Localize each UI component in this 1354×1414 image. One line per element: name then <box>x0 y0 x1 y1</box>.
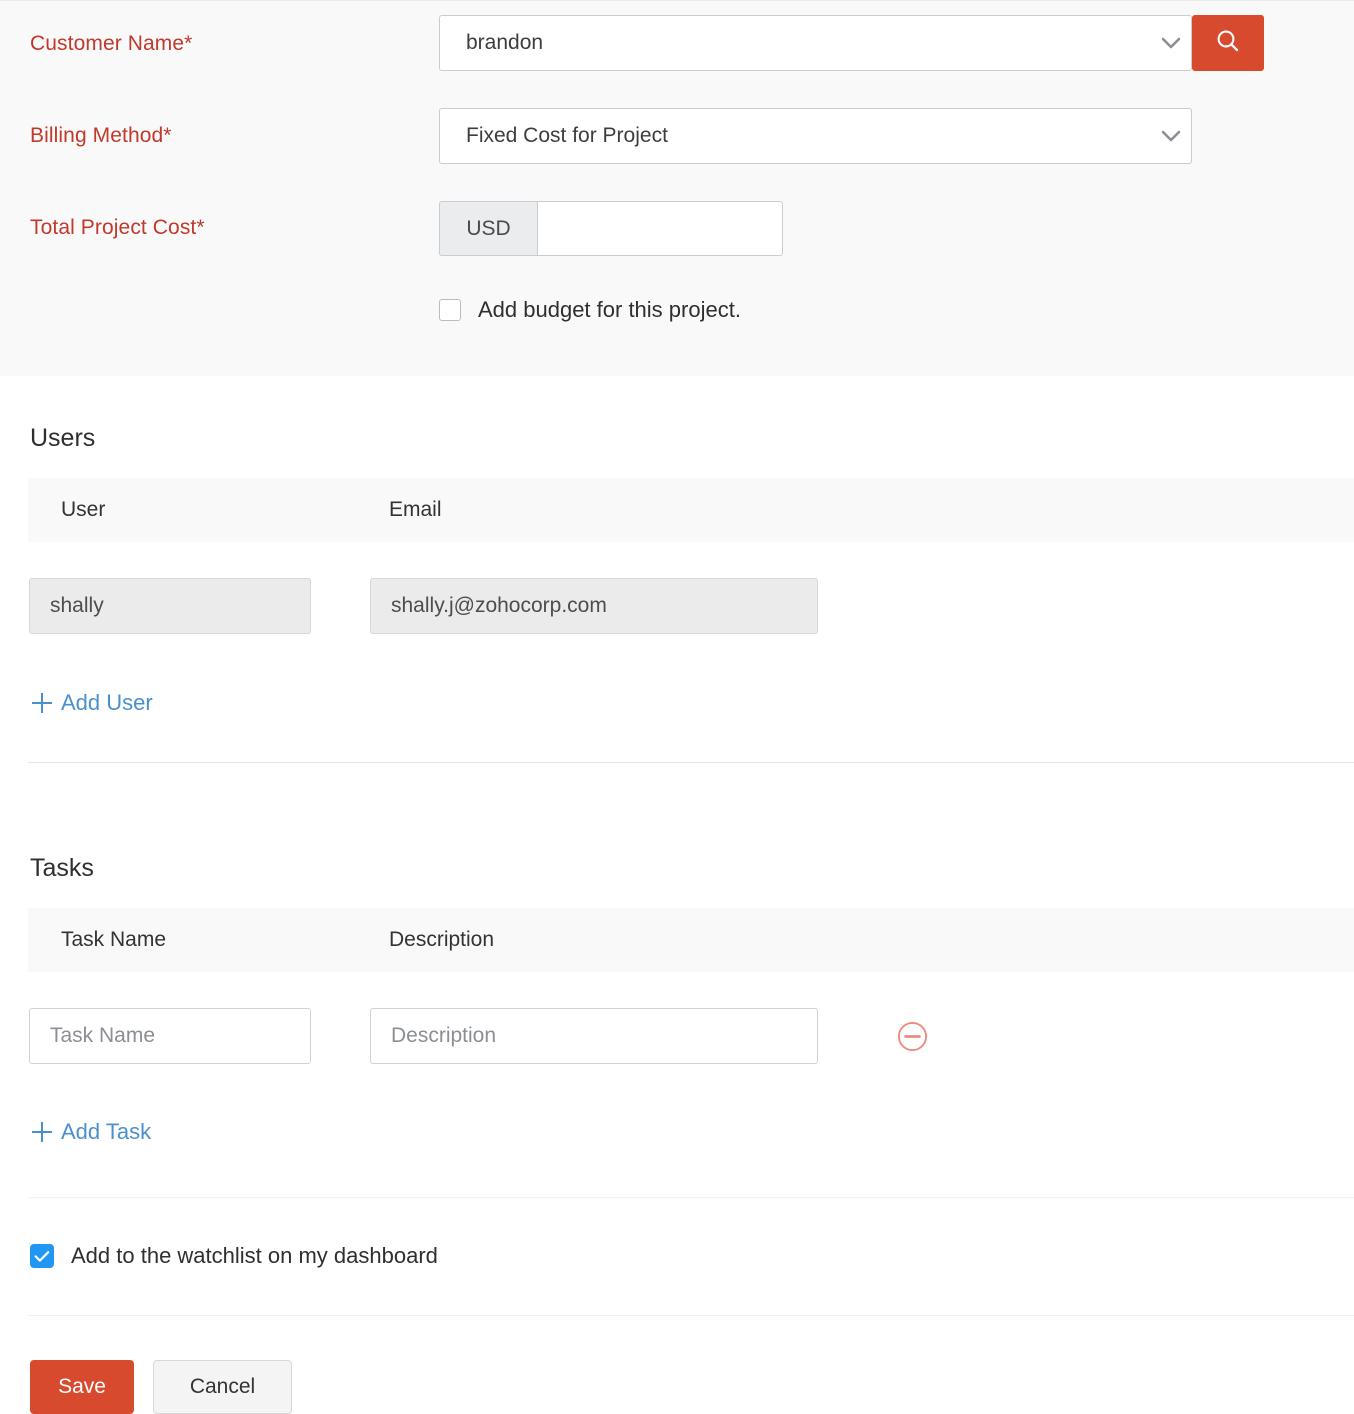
customer-name-label: Customer Name* <box>30 32 192 56</box>
watchlist-checkbox-row[interactable]: Add to the watchlist on my dashboard <box>30 1243 438 1269</box>
users-column-user: User <box>61 478 105 542</box>
plus-icon <box>32 1122 52 1142</box>
watchlist-label: Add to the watchlist on my dashboard <box>71 1243 438 1269</box>
users-table-header: User Email <box>28 478 1354 542</box>
project-details-panel: Customer Name* brandon Billing Method* F… <box>0 0 1354 376</box>
billing-method-select[interactable]: Fixed Cost for Project <box>439 108 1192 164</box>
customer-name-value: brandon <box>440 31 1151 55</box>
tasks-watchlist-divider <box>28 1197 1354 1198</box>
tasks-table-header: Task Name Description <box>28 908 1354 972</box>
chevron-down-icon[interactable] <box>1151 109 1191 163</box>
total-project-cost-input[interactable] <box>537 201 783 256</box>
billing-method-label: Billing Method* <box>30 124 172 148</box>
customer-name-select[interactable]: brandon <box>439 15 1192 71</box>
task-description-input[interactable]: Description <box>370 1008 818 1064</box>
tasks-column-description: Description <box>389 908 494 972</box>
total-project-cost-label: Total Project Cost* <box>30 216 205 240</box>
billing-method-value: Fixed Cost for Project <box>440 124 1151 148</box>
users-tasks-divider <box>28 762 1354 763</box>
chevron-down-icon[interactable] <box>1151 16 1191 70</box>
cancel-button[interactable]: Cancel <box>153 1360 292 1414</box>
customer-search-button[interactable] <box>1192 15 1264 71</box>
watchlist-checkbox[interactable] <box>30 1244 54 1268</box>
search-icon <box>1215 28 1241 59</box>
add-budget-checkbox-row[interactable]: Add budget for this project. <box>439 297 741 323</box>
user-email-input[interactable]: shally.j@zohocorp.com <box>370 578 818 634</box>
task-name-input[interactable]: Task Name <box>29 1008 311 1064</box>
project-form-page: Customer Name* brandon Billing Method* F… <box>0 0 1354 1414</box>
users-section-title: Users <box>30 424 95 453</box>
save-button[interactable]: Save <box>30 1360 134 1414</box>
tasks-column-task-name: Task Name <box>61 908 166 972</box>
tasks-section-title: Tasks <box>30 854 94 883</box>
total-project-cost-group: USD <box>439 201 783 256</box>
users-column-email: Email <box>389 478 442 542</box>
user-name-input[interactable]: shally <box>29 578 311 634</box>
footer-divider <box>28 1315 1354 1316</box>
add-user-label: Add User <box>61 690 153 716</box>
currency-prefix: USD <box>439 201 537 256</box>
plus-icon <box>32 693 52 713</box>
add-user-button[interactable]: Add User <box>32 690 153 716</box>
add-budget-checkbox[interactable] <box>439 299 461 321</box>
add-budget-label: Add budget for this project. <box>478 297 741 323</box>
remove-circle-icon[interactable] <box>897 1021 928 1057</box>
add-task-button[interactable]: Add Task <box>32 1119 151 1145</box>
add-task-label: Add Task <box>61 1119 151 1145</box>
